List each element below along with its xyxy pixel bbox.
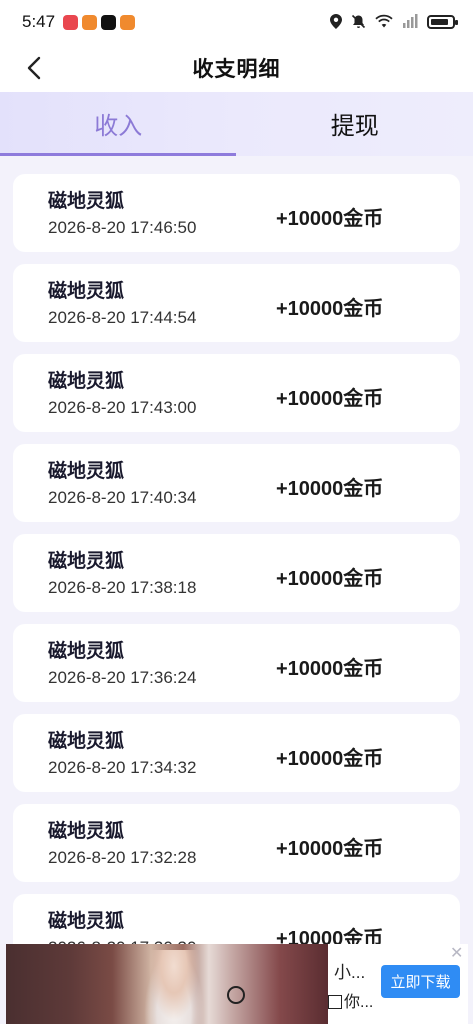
app-icon-4	[120, 14, 136, 30]
ad-figure-image	[144, 950, 204, 1024]
list-item: 磁地灵狐 2026-8-20 17:36:24 +10000金币	[13, 624, 460, 702]
record-amount: +10000金币	[276, 208, 384, 230]
record-amount: +10000金币	[276, 388, 384, 410]
list-item: 磁地灵狐 2026-8-20 17:44:54 +10000金币	[13, 264, 460, 342]
status-app-icons	[63, 14, 136, 30]
play-icon[interactable]	[227, 986, 245, 1004]
record-amount: +10000金币	[276, 748, 384, 770]
record-name: 磁地灵狐	[48, 281, 125, 302]
record-time: 2026-8-20 17:43:00	[48, 398, 197, 417]
record-name: 磁地灵狐	[48, 731, 125, 752]
record-time: 2026-8-20 17:36:24	[48, 668, 197, 687]
record-amount: +10000金币	[276, 478, 384, 500]
signal-icon	[402, 14, 418, 30]
record-time: 2026-8-20 17:40:34	[48, 488, 197, 507]
close-icon[interactable]: ✕	[450, 946, 463, 962]
ad-subtitle-row: 你...	[328, 988, 373, 1012]
list-item: 磁地灵狐 2026-8-20 17:46:50 +10000金币	[13, 174, 460, 252]
list-item: 磁地灵狐 2026-8-20 17:40:34 +10000金币	[13, 444, 460, 522]
tab-bar: 收入 提现	[0, 92, 473, 156]
wifi-icon	[375, 14, 393, 30]
record-name: 磁地灵狐	[48, 461, 125, 482]
list-item: 磁地灵狐 2026-8-20 17:43:00 +10000金币	[13, 354, 460, 432]
status-time: 5:47	[22, 12, 56, 31]
ad-image[interactable]	[6, 944, 328, 1024]
download-button[interactable]: 立即下载	[381, 965, 460, 998]
nav-header: 收支明细	[0, 44, 473, 92]
record-amount: +10000金币	[276, 568, 384, 590]
record-amount: +10000金币	[276, 658, 384, 680]
app-icon-1	[63, 14, 79, 30]
record-name: 磁地灵狐	[48, 821, 125, 842]
list-item: 磁地灵狐 2026-8-20 17:34:32 +10000金币	[13, 714, 460, 792]
record-name: 磁地灵狐	[48, 911, 125, 932]
record-name: 磁地灵狐	[48, 551, 125, 572]
record-name: 磁地灵狐	[48, 371, 125, 392]
ad-subtitle: 你...	[344, 994, 374, 1011]
location-icon	[330, 13, 342, 31]
record-name: 磁地灵狐	[48, 641, 125, 662]
tab-income[interactable]: 收入	[0, 92, 237, 156]
status-bar: 5:47	[0, 0, 473, 44]
app-icon-2	[82, 14, 98, 30]
record-time: 2026-8-20 17:32:28	[48, 848, 197, 867]
status-indicators	[330, 13, 458, 31]
list-item: 磁地灵狐 2026-8-20 17:32:28 +10000金币	[13, 804, 460, 882]
record-amount: +10000金币	[276, 298, 384, 320]
mute-icon	[351, 14, 366, 31]
record-time: 2026-8-20 17:38:18	[48, 578, 197, 597]
page-title: 收支明细	[192, 58, 281, 81]
ad-banner[interactable]: 小... 你... 立即下载 ✕	[6, 944, 468, 1024]
record-name: 磁地灵狐	[48, 191, 125, 212]
chevron-left-icon	[27, 56, 41, 80]
record-time: 2026-8-20 17:34:32	[48, 758, 197, 777]
list-item: 磁地灵狐 2026-8-20 17:38:18 +10000金币	[13, 534, 460, 612]
back-button[interactable]	[18, 52, 50, 84]
tab-withdraw[interactable]: 提现	[237, 92, 473, 156]
records-list: 磁地灵狐 2026-8-20 17:46:50 +10000金币 磁地灵狐 20…	[13, 174, 460, 984]
battery-icon	[427, 15, 458, 29]
record-time: 2026-8-20 17:44:54	[48, 308, 197, 327]
ad-title: 小...	[334, 963, 366, 982]
record-amount: +10000金币	[276, 838, 384, 860]
checkbox-icon	[328, 995, 342, 1009]
record-time: 2026-8-20 17:46:50	[48, 218, 197, 237]
active-tab-indicator	[0, 153, 236, 156]
tiktok-icon	[101, 14, 117, 30]
